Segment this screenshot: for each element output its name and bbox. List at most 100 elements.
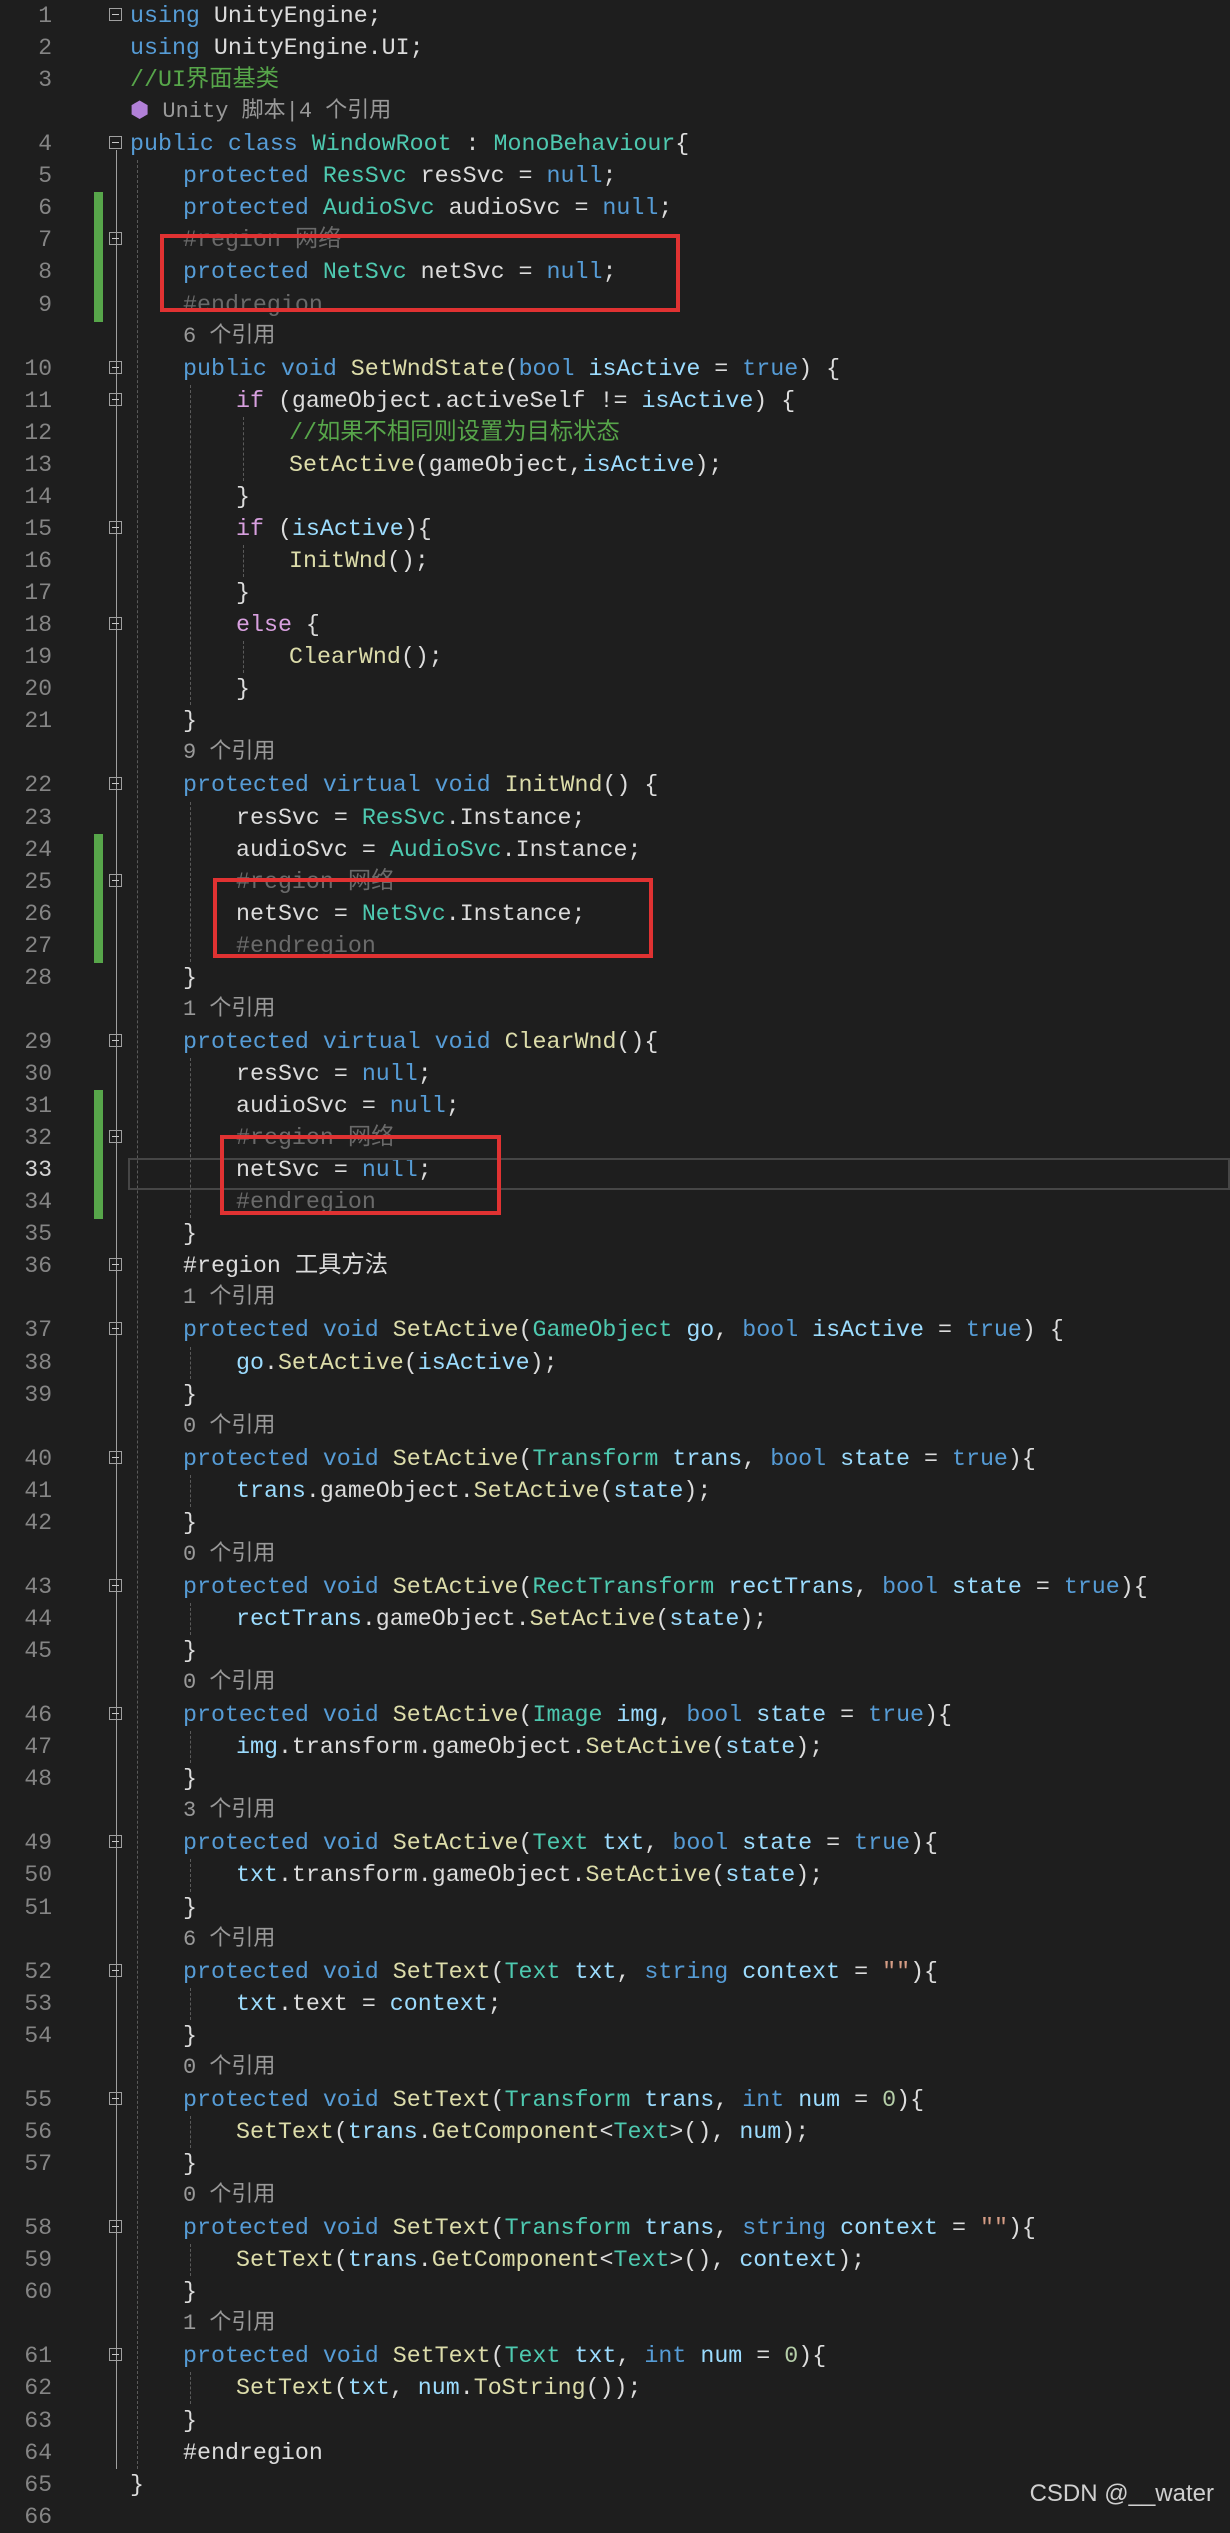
code-token: go (236, 1349, 264, 1376)
codelens-text[interactable]: 0 个引用 (183, 2052, 275, 2084)
code-token: .Instance; (501, 836, 642, 863)
collapse-icon[interactable] (109, 520, 122, 534)
code-token: 0 个引用 (183, 1413, 276, 1439)
code-token: } (236, 483, 250, 510)
codelens-text[interactable]: 0 个引用 (183, 1667, 275, 1699)
code-token: 3 个引用 (183, 1798, 276, 1824)
code-text: SetText(txt, num.ToString()); (236, 2372, 641, 2404)
codelens-text[interactable]: 3 个引用 (183, 1795, 275, 1827)
collapse-icon[interactable] (109, 1033, 122, 1047)
collapse-icon[interactable] (109, 1258, 122, 1272)
code-token: SetText (392, 2086, 491, 2113)
codelens-text[interactable]: 6 个引用 (183, 1924, 275, 1956)
collapse-icon[interactable] (109, 1578, 122, 1592)
code-token: ( (490, 2086, 505, 2113)
code-token: = (826, 1702, 869, 1729)
code-text: protected void SetActive(Text txt, bool … (183, 1827, 938, 1859)
code-line: 45} (0, 1635, 1230, 1667)
code-text: rectTrans.gameObject.SetActive(state); (236, 1603, 767, 1635)
collapse-icon[interactable] (109, 8, 122, 21)
codelens-text[interactable]: 0 个引用 (183, 2180, 275, 2212)
code-line: 16 InitWnd(); (0, 545, 1230, 577)
code-token: void (322, 1573, 379, 1600)
codelens-text[interactable]: 1 个引用 (183, 1282, 275, 1314)
code-token: protected (183, 1702, 309, 1729)
code-token: protected (183, 1445, 309, 1472)
collapse-icon[interactable] (109, 2220, 122, 2234)
code-token: UnityEngine.UI; (199, 35, 424, 62)
code-text: } (236, 577, 250, 609)
code-token: ){ (1007, 2215, 1036, 2242)
change-indicator (94, 1186, 103, 1220)
line-number: 54 (24, 2022, 52, 2049)
line-number: 66 (24, 2503, 52, 2530)
line-number: 25 (24, 868, 52, 895)
code-editor[interactable]: 1 using UnityEngine; 2 using UnityEngine.UI… (0, 0, 1230, 2530)
codelens-text[interactable]: 0 个引用 (183, 1411, 275, 1443)
collapse-icon[interactable] (109, 1130, 122, 1144)
collapse-icon[interactable] (109, 1322, 122, 1336)
collapse-icon[interactable] (109, 873, 122, 887)
code-token: Text (504, 2343, 561, 2370)
code-line: 42} (0, 1507, 1230, 1539)
codelens-text[interactable]: 1 个引用 (183, 994, 275, 1026)
code-token: ( (263, 515, 292, 542)
collapse-icon[interactable] (109, 1450, 122, 1464)
code-line: 38 go.SetActive(isActive); (0, 1347, 1230, 1379)
code-token: ; (417, 1060, 432, 1087)
code-token: true (742, 355, 799, 382)
collapse-icon[interactable] (109, 1963, 122, 1977)
code-token: } (183, 964, 197, 991)
code-token: bool (518, 355, 575, 382)
collapse-icon[interactable] (109, 617, 122, 631)
code-token: SetActive (392, 1702, 519, 1729)
code-text: SetText(trans.GetComponent<Text>(), cont… (236, 2244, 865, 2276)
code-token: SetActive (392, 1573, 519, 1600)
code-token: protected (183, 2215, 309, 2242)
code-token: ); (683, 1477, 712, 1504)
code-token: num (798, 2086, 841, 2113)
code-token: ClearWnd (289, 644, 401, 671)
code-text: } (183, 2276, 197, 2308)
code-line: 47 img.transform.gameObject.SetActive(sta… (0, 1731, 1230, 1763)
code-line: 41 trans.gameObject.SetActive(state); (0, 1475, 1230, 1507)
collapse-icon[interactable] (109, 1835, 122, 1849)
collapse-icon[interactable] (109, 232, 122, 246)
code-text: go.SetActive(isActive); (236, 1347, 558, 1379)
collapse-icon[interactable] (109, 136, 122, 150)
code-text: } (183, 705, 197, 737)
codelens-text[interactable]: 1 个引用 (183, 2308, 275, 2340)
line-number: 44 (24, 1606, 52, 1632)
code-token: resSvc = (406, 163, 547, 190)
codelens-text[interactable]: 6 个引用 (183, 321, 275, 353)
code-token: < (599, 2247, 614, 2274)
code-line: 58 protected void SetText(Transform trans… (0, 2212, 1230, 2244)
collapse-icon[interactable] (109, 777, 122, 791)
line-number: 48 (24, 1766, 52, 1793)
code-token: protected (183, 1958, 309, 1985)
codelens-text[interactable]: 9 个引用 (183, 737, 275, 769)
code-token: } (183, 1766, 197, 1793)
line-number: 53 (24, 1990, 52, 2017)
code-token: public (183, 355, 267, 382)
code-line: 48} (0, 1763, 1230, 1795)
codelens-text[interactable]: 0 个引用 (183, 1539, 275, 1571)
code-text: } (183, 1763, 197, 1795)
collapse-icon[interactable] (109, 2091, 122, 2105)
codelens-text[interactable]: ⬢ Unity 脚本|4 个引用 (130, 96, 391, 128)
code-token: , (389, 2375, 418, 2402)
code-token: context (742, 1958, 841, 1985)
collapse-icon[interactable] (109, 360, 122, 374)
code-text: using UnityEngine; (130, 0, 382, 32)
code-token: Transform (504, 2215, 631, 2242)
collapse-icon[interactable] (109, 2348, 122, 2362)
code-line: 17} (0, 577, 1230, 609)
code-text: protected void SetActive(Image img, bool… (183, 1699, 952, 1731)
collapse-icon[interactable] (109, 1707, 122, 1721)
collapse-icon[interactable] (109, 392, 122, 406)
